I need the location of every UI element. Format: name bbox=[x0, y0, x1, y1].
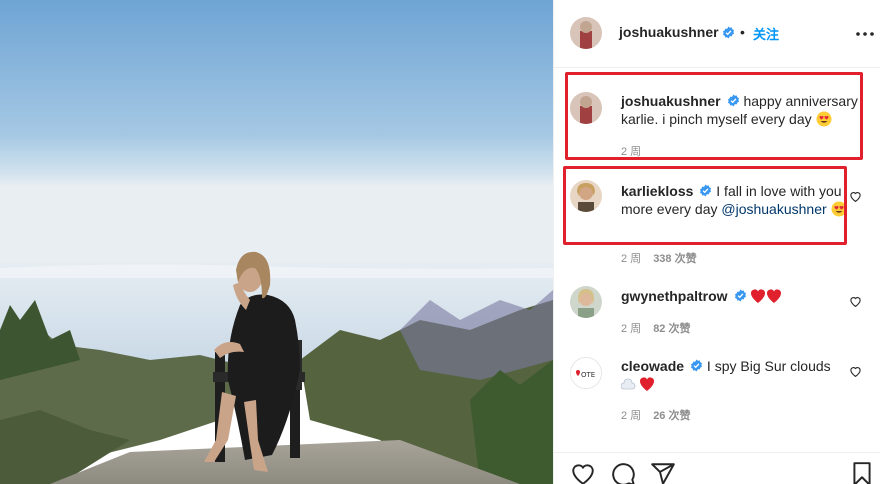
comment-age[interactable]: 2 周 bbox=[621, 323, 641, 335]
comment-text: gwynethpaltrow bbox=[621, 287, 861, 305]
heart-outline-icon[interactable] bbox=[849, 190, 862, 203]
svg-text:OTE: OTE bbox=[581, 371, 595, 379]
post-action-bar bbox=[554, 452, 880, 484]
verified-badge-icon bbox=[691, 359, 703, 372]
comment-avatar[interactable]: OTE bbox=[570, 357, 602, 389]
comment-meta: 2 周 82 次赞 bbox=[621, 320, 690, 336]
comment-meta: 2 周 26 次赞 bbox=[621, 407, 690, 423]
author-username[interactable]: joshuakushner bbox=[619, 24, 719, 40]
avatar-image bbox=[570, 17, 602, 49]
comment-likes[interactable]: 338 次赞 bbox=[653, 253, 696, 265]
post-header: joshuakushner • 关注 bbox=[554, 0, 880, 68]
more-options-icon[interactable] bbox=[855, 24, 875, 44]
comment-username[interactable]: gwynethpaltrow bbox=[621, 288, 728, 304]
comment-avatar[interactable] bbox=[570, 286, 602, 318]
comment-gwynethpaltrow: gwynethpaltrow 2 周 82 次赞 bbox=[554, 275, 880, 337]
heart-outline-icon[interactable] bbox=[849, 365, 862, 378]
avatar-image bbox=[570, 286, 602, 318]
verified-badge-icon bbox=[723, 26, 734, 39]
photo-woman-on-chair-above-clouds bbox=[0, 0, 553, 484]
post-photo[interactable] bbox=[0, 0, 553, 484]
comment-body: I spy Big Sur clouds bbox=[706, 358, 831, 374]
paper-plane-icon[interactable] bbox=[650, 461, 676, 484]
heart-outline-icon[interactable] bbox=[570, 461, 596, 484]
highlight-box-reply bbox=[563, 166, 847, 245]
heart-outline-icon[interactable] bbox=[849, 295, 862, 308]
comment-age[interactable]: 2 周 bbox=[621, 410, 641, 422]
separator-dot: • bbox=[740, 24, 745, 40]
author-avatar[interactable] bbox=[570, 17, 602, 49]
comment-username[interactable]: cleowade bbox=[621, 358, 684, 374]
verified-badge-icon bbox=[734, 289, 746, 302]
comment-bubble-icon[interactable] bbox=[610, 461, 636, 484]
comment-age[interactable]: 2 周 bbox=[621, 253, 641, 265]
vote-logo-avatar: OTE bbox=[571, 358, 601, 388]
comment-cleowade: OTE cleowade I spy Big Sur clouds 2 周 26 … bbox=[554, 345, 880, 425]
bookmark-icon[interactable] bbox=[849, 461, 875, 484]
two-red-hearts-emoji-icon bbox=[751, 289, 782, 303]
follow-button[interactable]: 关注 bbox=[753, 24, 779, 43]
comment-likes[interactable]: 26 次赞 bbox=[653, 410, 690, 422]
comment-likes[interactable]: 82 次赞 bbox=[653, 323, 690, 335]
cloud-heart-emoji-icon bbox=[621, 377, 655, 391]
comments-panel: joshuakushner • 关注 joshuakushner happy a… bbox=[553, 0, 880, 484]
highlight-box-caption bbox=[565, 72, 863, 160]
comment-meta: 2 周 338 次赞 bbox=[621, 250, 697, 266]
comment-text: cleowade I spy Big Sur clouds bbox=[621, 357, 861, 393]
